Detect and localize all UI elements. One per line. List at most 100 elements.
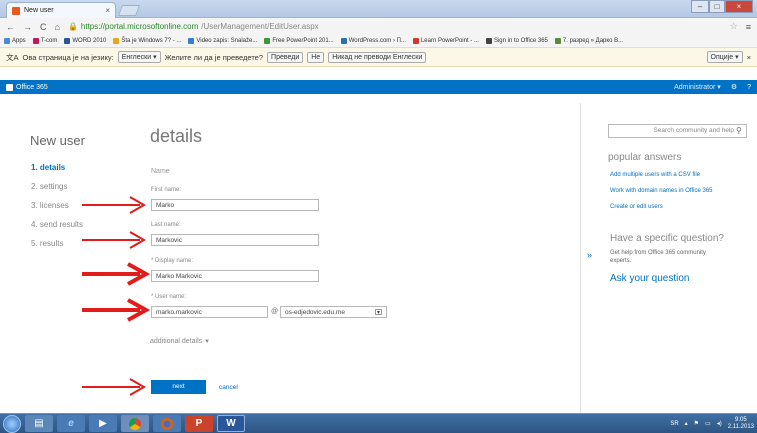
flag-icon[interactable]: ⚑ <box>694 420 699 427</box>
firefox-icon[interactable] <box>153 415 181 432</box>
translate-button[interactable]: Преведи <box>267 51 304 63</box>
minimize-icon[interactable]: – <box>691 0 709 13</box>
bookmark-icon <box>340 38 347 44</box>
display-name-label: * Display name: <box>151 258 194 264</box>
system-tray: SR ▴ ⚑ ▭ ◂) 9:05 2.11.2013 <box>670 417 754 431</box>
bookmark-item[interactable]: WORD 2010 <box>64 38 106 44</box>
translate-icon: 文A <box>6 52 19 62</box>
ask-question-link[interactable]: Ask your question <box>610 273 690 284</box>
media-player-icon[interactable]: ▶ <box>89 415 117 432</box>
step-results[interactable]: 5. results <box>31 234 83 253</box>
bookmark-icon <box>64 38 71 44</box>
name-section-heading: Name <box>151 168 170 175</box>
bookmark-item[interactable]: Video zapis: Snalaže... <box>188 38 257 44</box>
translate-close-icon[interactable]: × <box>747 53 751 62</box>
bookmark-label: WORD 2010 <box>72 38 107 44</box>
next-button[interactable]: next <box>151 380 206 394</box>
no-button[interactable]: Не <box>307 51 325 63</box>
bookmark-label: T-com <box>40 38 58 44</box>
browser-tab[interactable]: New user × <box>6 2 116 18</box>
last-name-input[interactable]: Markovic <box>151 234 319 246</box>
powerpoint-icon[interactable]: P <box>185 415 213 432</box>
collapse-panel-icon[interactable]: » <box>587 250 592 260</box>
back-icon[interactable]: ← <box>6 22 15 32</box>
bookmark-icon <box>113 38 120 44</box>
page-title: details <box>150 126 203 146</box>
navigation-bar: ← → C ⌂ 🔒 https://portal.microsoftonline… <box>0 18 757 35</box>
chrome-icon[interactable] <box>121 415 149 432</box>
network-icon[interactable]: ▭ <box>705 420 711 427</box>
bookmark-label: Video zapis: Snalaže... <box>196 38 258 44</box>
language-select[interactable]: Енглески ▾ <box>117 51 161 63</box>
forward-icon[interactable]: → <box>23 22 32 32</box>
bookmark-item[interactable]: Learn PowerPoint - ... <box>412 38 479 44</box>
tab-title: New user <box>24 7 54 14</box>
volume-icon[interactable]: ◂) <box>717 420 722 427</box>
step-licenses[interactable]: 3. licenses <box>31 196 83 215</box>
arrow-annotation-icon <box>82 196 147 214</box>
close-window-icon[interactable]: × <box>725 0 753 13</box>
bookmark-item[interactable]: T-com <box>32 38 58 44</box>
office365-header: Office 365 Administrator ▾ ⚙ ? <box>0 80 757 94</box>
start-button[interactable] <box>3 414 21 433</box>
arrow-annotation-icon <box>82 262 151 286</box>
tab-close-icon[interactable]: × <box>105 6 110 15</box>
question-heading: Have a specific question? <box>610 233 724 244</box>
maximize-icon[interactable]: □ <box>709 0 725 13</box>
bookmark-label: Free PowerPoint 201... <box>272 38 334 44</box>
reload-icon[interactable]: C <box>40 22 47 32</box>
step-settings[interactable]: 2. settings <box>31 177 83 196</box>
popular-answers-heading: popular answers <box>608 152 682 163</box>
bookmark-item[interactable]: Šta je Windows 7? - ... <box>113 38 181 44</box>
bookmark-label: 7. разред » Дарко В... <box>562 38 624 44</box>
language-select-label: Енглески <box>121 54 152 61</box>
additional-details-label: additional details <box>150 338 203 345</box>
bookmark-item[interactable]: WordPress.com › П... <box>340 38 406 44</box>
internet-explorer-icon[interactable]: e <box>57 415 85 432</box>
options-button[interactable]: Опције ▾ <box>706 51 743 63</box>
bookmark-icon <box>32 38 39 44</box>
menu-icon[interactable]: ≡ <box>746 22 751 32</box>
admin-menu[interactable]: Administrator ▾ <box>674 83 721 91</box>
link-domain-names[interactable]: Work with domain names in Office 365 <box>610 188 713 194</box>
translate-question: Желите ли да је преведете? <box>164 52 264 62</box>
explorer-icon[interactable]: ▤ <box>25 415 53 432</box>
search-input[interactable]: Search community and help <box>608 124 747 138</box>
bookmark-item[interactable]: Apps <box>4 38 26 44</box>
domain-select[interactable]: os-edjedovic.edu.me ▾ <box>280 306 387 318</box>
bookmark-icon <box>4 38 10 44</box>
first-name-label: First name: <box>151 187 182 193</box>
user-name-input[interactable]: marko.markovic <box>151 306 268 318</box>
bookmark-item[interactable]: 7. разред » Дарко В... <box>554 38 624 44</box>
clock[interactable]: 9:05 2.11.2013 <box>728 417 754 431</box>
last-name-label: Last name: <box>151 222 181 228</box>
help-icon[interactable]: ? <box>747 84 751 91</box>
office365-logo[interactable]: Office 365 <box>6 83 48 91</box>
language-indicator[interactable]: SR <box>670 421 678 427</box>
bookmark-item[interactable]: Free PowerPoint 201... <box>264 38 334 44</box>
link-csv-users[interactable]: Add multiple users with a CSV file <box>610 172 700 178</box>
step-details[interactable]: 1. details <box>31 158 83 177</box>
never-translate-button[interactable]: Никад не преводи Енглески <box>328 51 427 63</box>
first-name-input[interactable]: Marko <box>151 199 319 211</box>
caret-down-icon: ▼ <box>204 339 211 345</box>
office365-title: Office 365 <box>16 83 48 91</box>
windows-taskbar: ▤ e ▶ P W SR ▴ ⚑ ▭ ◂) 9:05 2.11.2013 <box>0 413 757 433</box>
step-send-results[interactable]: 4. send results <box>31 215 83 234</box>
tray-arrow-icon[interactable]: ▴ <box>685 420 688 427</box>
word-icon[interactable]: W <box>217 415 245 432</box>
at-sign: @ <box>271 308 279 315</box>
home-icon[interactable]: ⌂ <box>55 22 60 32</box>
bookmark-label: Sign in to Office 365 <box>493 38 548 44</box>
domain-select-value: os-edjedovic.edu.me <box>285 309 345 316</box>
display-name-input[interactable]: Marko Markovic <box>151 270 319 282</box>
gear-icon[interactable]: ⚙ <box>731 83 737 91</box>
search-icon[interactable]: ⚲ <box>736 126 742 135</box>
bookmark-star-icon[interactable]: ☆ <box>730 21 738 32</box>
question-help-text: Get help from Office 365 community exper… <box>610 250 706 264</box>
cancel-link[interactable]: cancel <box>219 384 238 391</box>
additional-details-toggle[interactable]: additional details ▼ <box>150 338 210 345</box>
address-bar[interactable]: 🔒 https://portal.microsoftonline.com/Use… <box>68 22 319 31</box>
link-create-edit-users[interactable]: Create or edit users <box>610 204 663 210</box>
bookmark-item[interactable]: Sign in to Office 365 <box>485 38 548 44</box>
